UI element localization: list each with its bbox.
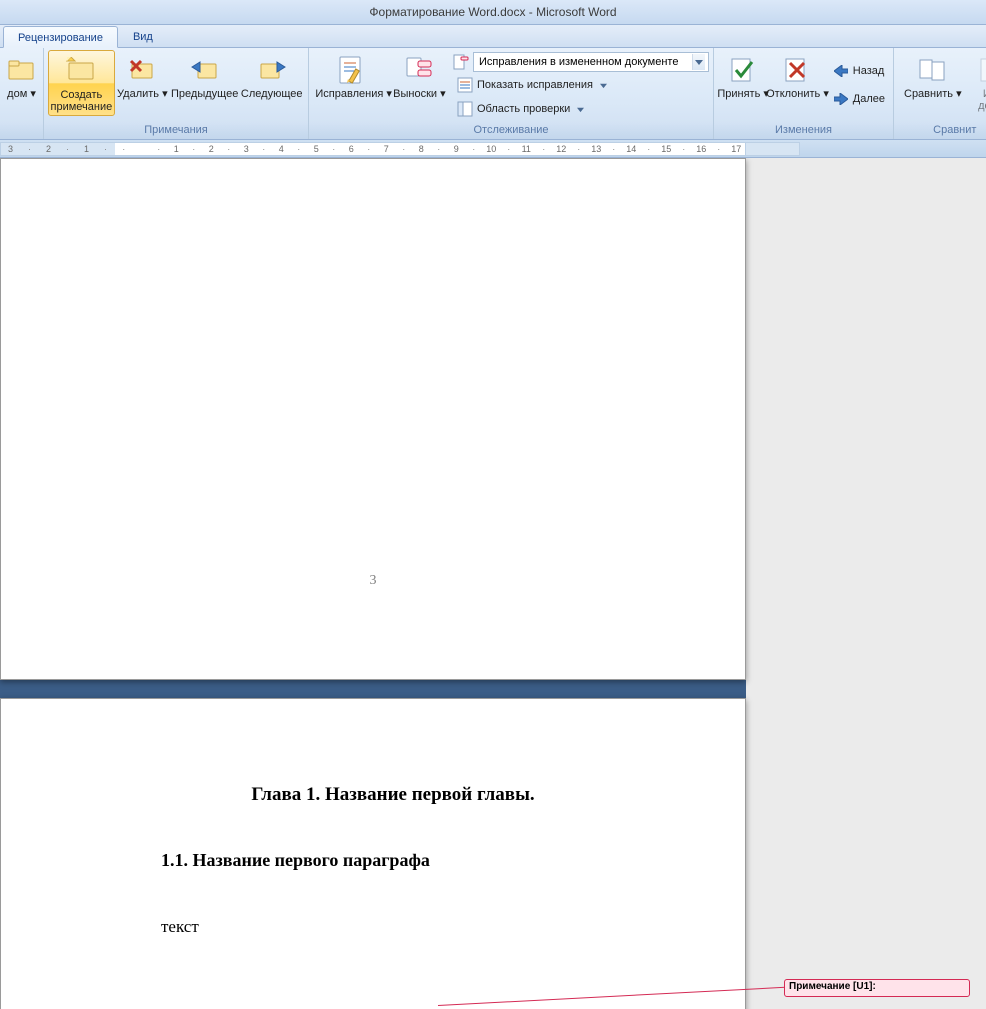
- show-markup-label: Показать исправления: [477, 79, 593, 91]
- comment-label: Примечание [U1]:: [789, 981, 876, 992]
- tab-review[interactable]: Рецензирование: [3, 26, 118, 48]
- reject-icon: [781, 54, 813, 86]
- compare-icon: [917, 54, 949, 86]
- document-area[interactable]: 3 Глава 1. Название первой главы. 1.1. Н…: [0, 158, 986, 1009]
- source-docs-label: Ис доку: [978, 88, 986, 112]
- comment-balloon[interactable]: Примечание [U1]:: [784, 979, 970, 997]
- chapter-heading: Глава 1. Название первой главы.: [101, 784, 685, 806]
- markup-area: [746, 158, 986, 1009]
- track-changes-label: Исправления ▾: [315, 88, 387, 100]
- reviewing-pane-button[interactable]: Область проверки: [453, 98, 709, 120]
- track-changes-icon: [335, 54, 367, 86]
- balloons-icon: [403, 54, 435, 86]
- display-for-review-value: Исправления в измененном документе: [479, 56, 678, 68]
- changes-next-label: Далее: [853, 93, 885, 105]
- horizontal-ruler[interactable]: 3211234567891011121314151617: [0, 140, 986, 158]
- source-docs-button[interactable]: Ис доку: [968, 50, 986, 114]
- delete-comment-icon: [126, 54, 158, 86]
- compare-button[interactable]: Сравнить ▾: [898, 50, 968, 102]
- prev-comment-icon: [189, 54, 221, 86]
- balloons-label: Выноски ▾: [393, 88, 445, 100]
- section-heading: 1.1. Название первого параграфа: [161, 850, 685, 871]
- delete-comment-button[interactable]: Удалить ▾: [115, 50, 170, 102]
- title-bar: Форматирование Word.docx - Microsoft Wor…: [0, 0, 986, 25]
- folder-icon: [6, 54, 38, 86]
- new-comment-button[interactable]: Создать примечание: [48, 50, 115, 116]
- ribbon: дом ▾ Создать примечание Удалить ▾: [0, 48, 986, 140]
- changes-next-button[interactable]: Далее: [829, 88, 889, 110]
- home-partial-label: дом ▾: [7, 88, 36, 100]
- body-text: текст: [161, 917, 685, 937]
- new-comment-icon: [65, 55, 97, 87]
- show-markup-icon: [457, 77, 473, 93]
- balloons-button[interactable]: Выноски ▾: [390, 50, 449, 102]
- changes-prev-label: Назад: [853, 65, 885, 77]
- changes-group-label: Изменения: [714, 122, 893, 139]
- new-comment-label: Создать примечание: [51, 89, 113, 113]
- track-changes-button[interactable]: Исправления ▾: [313, 50, 390, 102]
- show-markup-button[interactable]: Показать исправления: [453, 74, 709, 96]
- delete-comment-label: Удалить ▾: [117, 88, 168, 100]
- next-comment-button[interactable]: Следующее: [239, 50, 304, 102]
- chevron-down-icon: [600, 82, 607, 89]
- reviewing-pane-label: Область проверки: [477, 103, 570, 115]
- window-title: Форматирование Word.docx - Microsoft Wor…: [369, 5, 616, 19]
- tracking-group-label: Отслеживание: [309, 122, 713, 139]
- home-partial-button[interactable]: дом ▾: [4, 50, 39, 102]
- reject-button[interactable]: Отклонить ▾: [768, 50, 827, 102]
- page-number: 3: [370, 573, 377, 589]
- display-for-review-combo[interactable]: Исправления в измененном документе: [473, 52, 709, 72]
- arrow-left-icon: [833, 63, 849, 79]
- prev-comment-button[interactable]: Предыдущее: [170, 50, 239, 102]
- arrow-right-icon: [833, 91, 849, 107]
- compare-group-label: Сравнит: [894, 122, 986, 139]
- comments-group-label: Примечания: [44, 122, 308, 139]
- reject-label: Отклонить ▾: [766, 88, 829, 100]
- changes-prev-button[interactable]: Назад: [829, 60, 889, 82]
- display-for-review-icon: [453, 54, 469, 70]
- ribbon-tabs: Рецензирование Вид: [0, 25, 986, 48]
- accept-button[interactable]: Принять ▾: [718, 50, 768, 102]
- compare-label: Сравнить ▾: [904, 88, 962, 100]
- page[interactable]: Глава 1. Название первой главы. 1.1. Наз…: [0, 698, 746, 1009]
- page[interactable]: 3: [0, 158, 746, 680]
- doc-icon: [974, 54, 986, 86]
- tab-view[interactable]: Вид: [118, 25, 168, 47]
- accept-icon: [727, 54, 759, 86]
- reviewing-pane-icon: [457, 101, 473, 117]
- chevron-down-icon: [577, 106, 584, 113]
- chevron-down-icon: [692, 54, 705, 70]
- next-comment-label: Следующее: [241, 88, 303, 100]
- next-comment-icon: [256, 54, 288, 86]
- accept-label: Принять ▾: [717, 88, 769, 100]
- prev-comment-label: Предыдущее: [171, 88, 238, 100]
